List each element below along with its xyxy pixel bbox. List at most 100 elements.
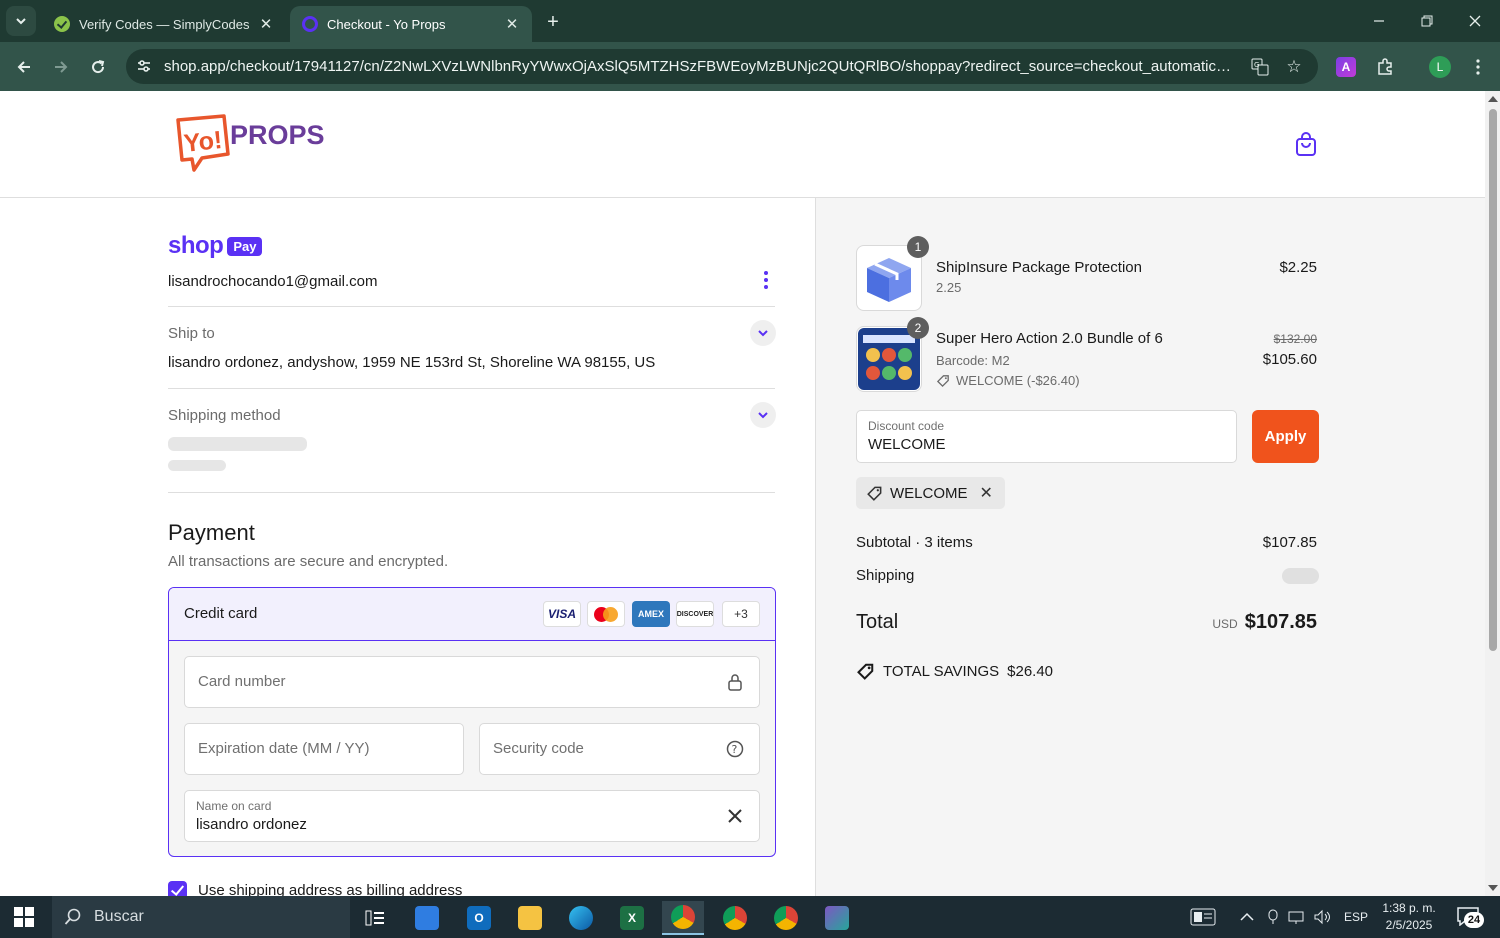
- windows-start-icon[interactable]: [14, 907, 34, 927]
- scrollbar-thumb[interactable]: [1489, 109, 1497, 651]
- mastercard-icon: [587, 601, 625, 627]
- scroll-up-icon[interactable]: [1488, 96, 1498, 102]
- chevron-down-icon: [758, 330, 768, 337]
- total-label: Total: [856, 611, 899, 633]
- payment-subtitle: All transactions are secure and encrypte…: [168, 553, 449, 570]
- microsoft-store-icon[interactable]: [406, 901, 448, 935]
- discount-code-label: Discount code: [868, 419, 945, 433]
- outlook-icon[interactable]: O: [458, 901, 500, 935]
- shipping-method-expand-button[interactable]: [750, 402, 776, 428]
- discount-code-field[interactable]: Discount code WELCOME: [856, 410, 1237, 463]
- item-original-price: $132.00: [1273, 332, 1317, 346]
- close-window-button[interactable]: [1452, 6, 1498, 36]
- show-hidden-icons-icon[interactable]: [1240, 896, 1254, 938]
- edge-icon[interactable]: [560, 901, 602, 935]
- yo-props-logo[interactable]: Yo! PROPS: [172, 114, 328, 172]
- close-icon: [1469, 15, 1481, 27]
- notification-count-badge: 24: [1464, 912, 1484, 928]
- apply-button[interactable]: Apply: [1252, 410, 1319, 463]
- tab-checkout[interactable]: Checkout - Yo Props ✕: [290, 6, 532, 42]
- scroll-down-icon[interactable]: [1488, 885, 1498, 891]
- browser-toolbar: shop.app/checkout/17941127/cn/Z2NwLXVzLW…: [0, 42, 1500, 91]
- clock-date: 2/5/2025: [1385, 918, 1433, 932]
- profile-avatar[interactable]: L: [1429, 56, 1451, 78]
- billing-same-as-shipping[interactable]: Use shipping address as billing address: [168, 881, 462, 896]
- credit-card-panel: Credit card VISA AMEX DISCOVER +3 Card n…: [168, 587, 776, 857]
- minimize-button[interactable]: [1356, 6, 1402, 36]
- security-code-placeholder: Security code: [493, 740, 584, 757]
- item-name: ShipInsure Package Protection: [936, 259, 1142, 276]
- chrome-profile-s-icon[interactable]: [765, 901, 807, 935]
- close-tab-icon[interactable]: ✕: [504, 15, 520, 33]
- windows-taskbar: Buscar O X ESP 1:38 p. m. 2/5/2025 24: [0, 896, 1500, 938]
- account-menu-button[interactable]: [754, 268, 778, 292]
- page-viewport: Yo! PROPS shop Pay lisandrochocando1@gma…: [0, 91, 1485, 896]
- site-header: Yo! PROPS: [0, 91, 1485, 198]
- volume-icon[interactable]: [1313, 896, 1333, 938]
- restore-button[interactable]: [1404, 6, 1450, 36]
- address-bar[interactable]: shop.app/checkout/17941127/cn/Z2NwLXVzLW…: [126, 49, 1318, 84]
- shipping-loading-skeleton: [1282, 568, 1319, 584]
- browser-menu-icon[interactable]: [1463, 52, 1493, 82]
- tab-verify-codes[interactable]: Verify Codes — SimplyCodes ✕: [42, 6, 286, 42]
- chrome-icon[interactable]: [714, 901, 756, 935]
- new-tab-button[interactable]: +: [540, 9, 566, 35]
- shipping-address: lisandro ordonez, andyshow, 1959 NE 153r…: [168, 354, 656, 371]
- discount-code-value: WELCOME: [868, 436, 946, 453]
- total-value: $107.85: [1244, 611, 1317, 633]
- lock-icon: [725, 672, 745, 692]
- ship-to-expand-button[interactable]: [750, 320, 776, 346]
- remove-discount-icon[interactable]: ✕: [980, 483, 993, 503]
- expiration-date-field[interactable]: Expiration date (MM / YY): [184, 723, 464, 775]
- item-discount-text: WELCOME (-$26.40): [956, 373, 1080, 388]
- help-question-icon[interactable]: ?: [725, 739, 745, 759]
- file-explorer-icon[interactable]: [509, 901, 551, 935]
- svg-text:?: ?: [732, 743, 738, 756]
- excel-icon[interactable]: X: [611, 901, 653, 935]
- savings-value: $26.40: [1007, 662, 1054, 680]
- network-icon[interactable]: [1288, 896, 1306, 938]
- taskbar-search[interactable]: Buscar: [52, 896, 350, 938]
- logo-props-text: PROPS: [230, 120, 325, 150]
- payment-title: Payment: [168, 520, 255, 545]
- reload-button[interactable]: [83, 52, 113, 82]
- arrow-left-icon: [17, 61, 30, 73]
- svg-text:G: G: [1254, 61, 1259, 69]
- card-number-field[interactable]: Card number: [184, 656, 760, 708]
- credit-card-label: Credit card: [184, 605, 258, 622]
- shopping-bag-icon[interactable]: [1293, 131, 1319, 157]
- news-widget-icon[interactable]: [1190, 896, 1216, 938]
- extension-a-icon[interactable]: A: [1336, 57, 1356, 77]
- loading-skeleton: [168, 460, 226, 471]
- billing-checkbox[interactable]: [168, 881, 187, 896]
- extensions-puzzle-icon[interactable]: [1370, 52, 1400, 82]
- meet-now-icon[interactable]: [1266, 896, 1280, 938]
- page-scrollbar[interactable]: [1485, 91, 1500, 896]
- system-clock[interactable]: 1:38 p. m. 2/5/2025: [1376, 900, 1442, 934]
- name-on-card-field[interactable]: Name on card lisandro ordonez: [184, 790, 760, 842]
- expiration-placeholder: Expiration date (MM / YY): [198, 740, 370, 757]
- app-shield-icon[interactable]: [816, 901, 858, 935]
- item-discount: WELCOME (-$26.40): [936, 373, 1080, 388]
- chevron-down-icon: [16, 18, 26, 25]
- chevron-down-icon: [758, 412, 768, 419]
- order-summary: 1 ShipInsure Package Protection 2.25 $2.…: [815, 198, 1485, 896]
- forward-button[interactable]: [46, 52, 76, 82]
- bookmark-star-icon[interactable]: ☆: [1283, 56, 1305, 78]
- url-text[interactable]: shop.app/checkout/17941127/cn/Z2NwLXVzLW…: [164, 58, 1232, 75]
- site-info-icon[interactable]: [136, 58, 152, 74]
- total-amount: USD $107.85: [1212, 611, 1317, 634]
- account-email: lisandrochocando1@gmail.com: [168, 273, 378, 290]
- translate-icon[interactable]: G: [1249, 56, 1271, 78]
- security-code-field[interactable]: Security code ?: [479, 723, 760, 775]
- tab-search-button[interactable]: [6, 6, 36, 36]
- clear-field-icon[interactable]: [725, 806, 745, 826]
- task-view-icon[interactable]: [354, 901, 396, 935]
- credit-card-option[interactable]: Credit card VISA AMEX DISCOVER +3: [169, 588, 775, 641]
- billing-checkbox-label: Use shipping address as billing address: [198, 882, 463, 896]
- quantity-badge: 2: [907, 317, 929, 339]
- language-indicator[interactable]: ESP: [1344, 896, 1368, 938]
- chrome-profile-l-icon[interactable]: [662, 901, 704, 935]
- back-button[interactable]: [9, 52, 39, 82]
- close-tab-icon[interactable]: ✕: [258, 15, 274, 33]
